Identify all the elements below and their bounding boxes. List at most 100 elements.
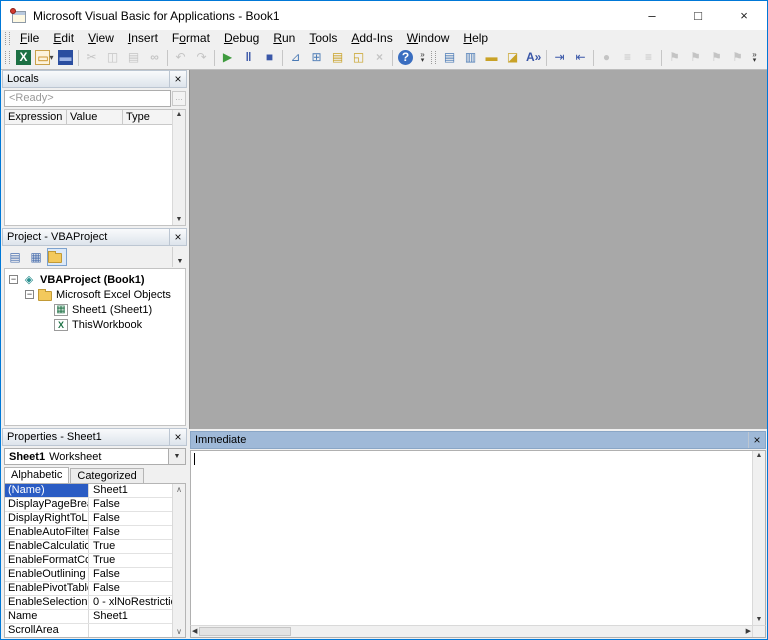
menu-file[interactable]: File	[13, 30, 46, 46]
property-row[interactable]: EnableOutliningFalse	[5, 568, 172, 582]
locals-col-expression[interactable]: Expression	[5, 110, 67, 124]
scroll-up-icon[interactable]: ∧	[176, 485, 182, 494]
tab-alphabetic[interactable]: Alphabetic	[4, 467, 69, 483]
next-bookmark-button[interactable]: ⚑	[685, 48, 706, 68]
minimize-button[interactable]: –	[629, 1, 675, 30]
property-value[interactable]: True	[89, 540, 172, 553]
property-value[interactable]: True	[89, 554, 172, 567]
property-row[interactable]: (Name)Sheet1	[5, 484, 172, 498]
locals-close-button[interactable]: ×	[169, 71, 186, 87]
reset-button[interactable]: ■	[259, 48, 280, 68]
insert-userform-button[interactable]: ▭▾	[34, 48, 55, 68]
property-value[interactable]: 0 - xlNoRestrictions	[89, 596, 172, 609]
call-stack-button[interactable]: ...	[172, 91, 186, 106]
expander-minus-icon[interactable]: −	[9, 275, 18, 284]
indent-button[interactable]: ⇥	[549, 48, 570, 68]
immediate-hscrollbar[interactable]: ◀ ▶	[191, 626, 752, 637]
locals-vscrollbar[interactable]: ▲ ▼	[172, 110, 185, 225]
view-object-button[interactable]: ▦	[26, 248, 46, 266]
help-button[interactable]: ?	[395, 48, 416, 68]
locals-col-type[interactable]: Type	[123, 110, 172, 124]
menu-insert[interactable]: Insert	[121, 30, 165, 46]
list-properties-button[interactable]: ▤	[439, 48, 460, 68]
standard-toolbar-overflow[interactable]: »▾	[416, 48, 429, 68]
scroll-up-icon[interactable]: ▲	[176, 111, 183, 119]
properties-vscrollbar[interactable]: ∧ ∨	[172, 484, 185, 637]
locals-col-value[interactable]: Value	[67, 110, 123, 124]
project-toolbar-overflow[interactable]: ▼	[172, 247, 187, 267]
property-value[interactable]: Sheet1	[89, 484, 172, 497]
expander-minus-icon[interactable]: −	[25, 290, 34, 299]
clear-bookmarks-button[interactable]: ⚑	[727, 48, 748, 68]
tab-categorized[interactable]: Categorized	[70, 468, 143, 483]
menu-window[interactable]: Window	[400, 30, 457, 46]
complete-word-button[interactable]: A»	[523, 48, 544, 68]
close-button[interactable]: ×	[721, 1, 767, 30]
view-code-button[interactable]: ▤	[5, 248, 25, 266]
property-value[interactable]: False	[89, 512, 172, 525]
menu-help[interactable]: Help	[456, 30, 495, 46]
menu-bar-grip[interactable]	[5, 32, 10, 45]
scroll-down-icon[interactable]: ▼	[756, 616, 763, 624]
uncomment-block-button[interactable]: ≡	[638, 48, 659, 68]
menu-tools[interactable]: Tools	[302, 30, 344, 46]
find-button[interactable]: ∞	[144, 48, 165, 68]
property-row[interactable]: NameSheet1	[5, 610, 172, 624]
property-row[interactable]: EnableSelection0 - xlNoRestrictions	[5, 596, 172, 610]
tree-item-sheet1-sheet1[interactable]: ▦Sheet1 (Sheet1)	[5, 302, 185, 317]
break-button[interactable]: ‖	[238, 48, 259, 68]
toggle-folders-button[interactable]	[47, 248, 67, 266]
immediate-input-area[interactable]	[191, 451, 752, 625]
object-dropdown-button[interactable]: ▼	[169, 448, 186, 465]
tree-item-microsoft-excel-objects[interactable]: −Microsoft Excel Objects	[5, 287, 185, 302]
maximize-button[interactable]: □	[675, 1, 721, 30]
project-explorer-button[interactable]: ⊞	[306, 48, 327, 68]
menu-edit[interactable]: Edit	[46, 30, 81, 46]
property-value[interactable]: False	[89, 582, 172, 595]
standard-toolbar-grip[interactable]	[5, 51, 10, 64]
run-button[interactable]: ▶	[217, 48, 238, 68]
previous-bookmark-button[interactable]: ⚑	[706, 48, 727, 68]
toolbox-button[interactable]: ×	[369, 48, 390, 68]
scroll-right-icon[interactable]: ▶	[746, 628, 751, 636]
property-row[interactable]: DisplayPageBreaksFalse	[5, 498, 172, 512]
list-constants-button[interactable]: ▥	[460, 48, 481, 68]
object-browser-button[interactable]: ◱	[348, 48, 369, 68]
scroll-down-icon[interactable]: ∨	[176, 627, 182, 636]
property-value[interactable]	[89, 624, 172, 637]
cut-button[interactable]: ✂	[81, 48, 102, 68]
object-dropdown[interactable]: Sheet1 Worksheet	[4, 448, 169, 465]
undo-button[interactable]: ↶	[170, 48, 191, 68]
menu-view[interactable]: View	[81, 30, 121, 46]
menu-debug[interactable]: Debug	[217, 30, 266, 46]
property-row[interactable]: EnableFormatConditionsTrue	[5, 554, 172, 568]
properties-close-button[interactable]: ×	[169, 429, 186, 445]
scroll-down-icon[interactable]: ▼	[176, 216, 183, 224]
design-mode-button[interactable]: ⊿	[285, 48, 306, 68]
edit-toolbar-overflow[interactable]: »▾	[748, 48, 761, 68]
property-value[interactable]: False	[89, 498, 172, 511]
quick-info-button[interactable]: ▬	[481, 48, 502, 68]
scroll-up-icon[interactable]: ▲	[756, 452, 763, 460]
dropdown-arrow-icon[interactable]: ▾	[49, 53, 53, 62]
copy-button[interactable]: ◫	[102, 48, 123, 68]
immediate-close-button[interactable]: ×	[748, 432, 765, 448]
hscroll-thumb[interactable]	[199, 627, 291, 636]
property-row[interactable]: EnableAutoFilterFalse	[5, 526, 172, 540]
property-row[interactable]: ScrollArea	[5, 624, 172, 637]
parameter-info-button[interactable]: ◪	[502, 48, 523, 68]
outdent-button[interactable]: ⇤	[570, 48, 591, 68]
menu-run[interactable]: Run	[266, 30, 302, 46]
toggle-breakpoint-button[interactable]: ●	[596, 48, 617, 68]
property-row[interactable]: EnableCalculationTrue	[5, 540, 172, 554]
property-value[interactable]: False	[89, 568, 172, 581]
project-close-button[interactable]: ×	[169, 229, 186, 245]
property-value[interactable]: False	[89, 526, 172, 539]
redo-button[interactable]: ↷	[191, 48, 212, 68]
edit-toolbar-grip[interactable]	[431, 51, 436, 64]
properties-window-button[interactable]: ▤	[327, 48, 348, 68]
view-excel-button[interactable]: X	[13, 48, 34, 68]
property-value[interactable]: Sheet1	[89, 610, 172, 623]
scroll-left-icon[interactable]: ◀	[192, 628, 197, 636]
tree-item-thisworkbook[interactable]: XThisWorkbook	[5, 317, 185, 332]
